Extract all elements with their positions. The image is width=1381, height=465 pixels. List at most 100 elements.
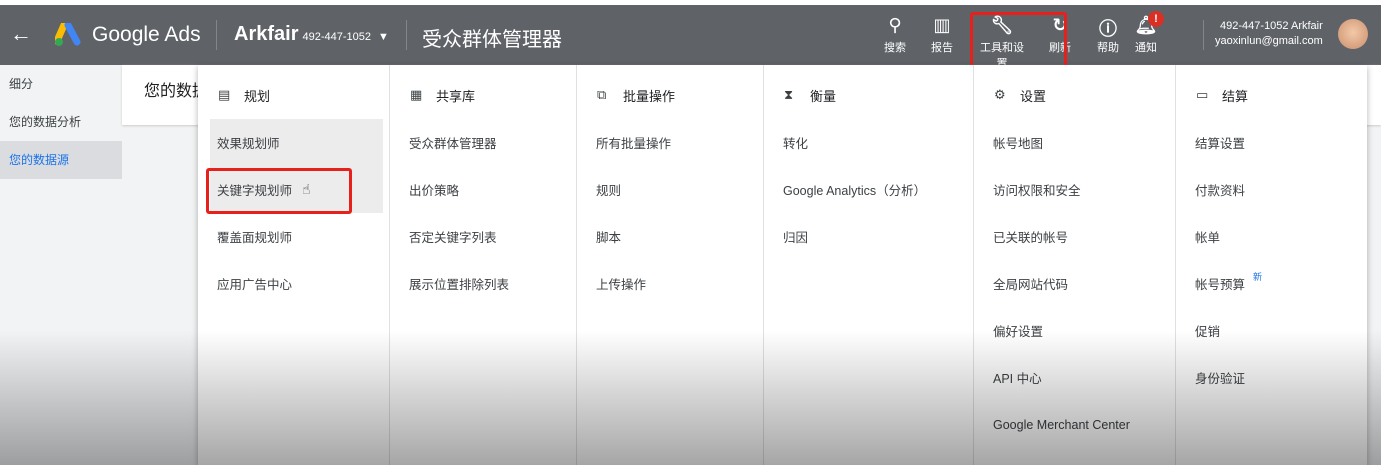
divider	[1203, 20, 1204, 50]
menu-item[interactable]: 上传操作	[577, 260, 763, 307]
menu-column-header: ▤ 规划	[198, 77, 389, 113]
menu-item-label: 访问权限和安全	[993, 184, 1081, 198]
menu-item[interactable]: 访问权限和安全	[974, 166, 1175, 213]
menu-item-label: 身份验证	[1195, 372, 1246, 386]
menu-item[interactable]: 促销	[1176, 307, 1367, 354]
menu-column-header: ▭ 结算	[1176, 77, 1367, 113]
menu-item[interactable]: 全局网站代码	[974, 260, 1175, 307]
menu-item[interactable]: 覆盖面规划师	[198, 213, 389, 260]
user-info[interactable]: 492-447-1052 Arkfair yaoxinlun@gmail.com	[1215, 19, 1323, 49]
menu-item-label: 归因	[783, 231, 809, 245]
sidebar-item-data-sources[interactable]: 您的数据源	[0, 141, 122, 179]
menu-item[interactable]: 帐号地图	[974, 119, 1175, 166]
menu-item-label: 转化	[783, 137, 809, 151]
menu-item-label: 帐单	[1195, 231, 1221, 245]
menu-item[interactable]: Google Analytics（分析）	[764, 166, 973, 213]
menu-column: ▤ 规划 效果规划师 关键字规划师 ☝︎ 覆盖面规划师 应用广告中心	[198, 65, 390, 465]
menu-column-header: ⚙ 设置	[974, 77, 1175, 113]
menu-item[interactable]: 付款资料	[1176, 166, 1367, 213]
menu-item[interactable]: 规则	[577, 166, 763, 213]
menu-item-label: 上传操作	[596, 278, 647, 292]
new-badge: 新	[1253, 272, 1263, 282]
menu-item-label: API 中心	[993, 372, 1042, 386]
column-title: 衡量	[810, 88, 837, 104]
menu-item[interactable]: API 中心	[974, 354, 1175, 401]
card-icon: ▭	[1196, 87, 1209, 102]
menu-item[interactable]: 已关联的帐号	[974, 213, 1175, 260]
menu-item-label: 偏好设置	[993, 325, 1044, 339]
menu-column: ⧗ 衡量转化 Google Analytics（分析） 归因	[764, 65, 974, 465]
menu-column: ▦ 共享库受众群体管理器 出价策略否定关键字列表 展示位置排除列表	[390, 65, 577, 465]
user-email: yaoxinlun@gmail.com	[1215, 35, 1323, 47]
account-switcher[interactable]: Arkfair 492-447-1052 ▼	[234, 23, 389, 46]
menu-column-header: ⧉ 批量操作	[577, 77, 763, 113]
menu-item-label: 脚本	[596, 231, 622, 245]
menu-item[interactable]: 归因	[764, 213, 973, 260]
menu-column: ⚙ 设置帐号地图访问权限和安全 已关联的帐号 全局网站代码 偏好设置 API 中心 Goog…	[974, 65, 1176, 465]
label: 搜索	[884, 42, 906, 54]
label: 帮助	[1097, 42, 1119, 54]
menu-column: ⧉ 批量操作所有批量操作 规则脚本上传操作	[577, 65, 764, 465]
menu-item-label: 促销	[1195, 325, 1221, 339]
menu-item-label: 全局网站代码	[993, 278, 1069, 292]
dropdown-icon: ▼	[375, 31, 389, 43]
hourglass-icon: ⧗	[784, 87, 794, 102]
calendar-icon: ▤	[218, 87, 231, 102]
menu-item-label: 效果规划师	[217, 137, 280, 151]
menu-item-label: 应用广告中心	[217, 278, 293, 292]
library-icon: ▦	[410, 87, 423, 102]
menu-column: ▭ 结算结算设置付款资料帐单帐号预算新促销身份验证	[1176, 65, 1367, 465]
menu-item-label: 规则	[596, 184, 622, 198]
divider	[406, 20, 407, 50]
app-header: ← Google Ads Arkfair 492-447-1052 ▼ 受众群体管…	[0, 5, 1381, 70]
account-name: Arkfair	[234, 23, 299, 45]
back-arrow-icon[interactable]: ←	[10, 21, 32, 47]
search-icon: ⚲	[888, 15, 902, 35]
reports-button[interactable]: ▥ 报告	[922, 15, 962, 55]
account-id: 492-447-1052	[302, 31, 371, 43]
menu-item-label: Google Analytics（分析）	[783, 184, 927, 198]
label: 报告	[931, 42, 953, 54]
menu-item[interactable]: 效果规划师	[210, 119, 383, 166]
menu-item-label: 帐号预算	[1195, 278, 1246, 292]
column-title: 共享库	[436, 88, 476, 104]
menu-item[interactable]: 出价策略	[390, 166, 576, 213]
menu-item[interactable]: 脚本	[577, 213, 763, 260]
menu-item[interactable]: 身份验证	[1176, 354, 1367, 401]
menu-item[interactable]: Google Merchant Center	[974, 401, 1175, 448]
copy-icon: ⧉	[597, 87, 607, 102]
column-title: 规划	[244, 88, 271, 104]
menu-item-label: 受众群体管理器	[409, 137, 497, 151]
menu-item[interactable]: 帐号预算新	[1176, 260, 1367, 307]
report-icon: ▥	[933, 15, 951, 35]
menu-item[interactable]: 受众群体管理器	[390, 119, 576, 166]
menu-item[interactable]: 转化	[764, 119, 973, 166]
tools-menu: ▤ 规划 效果规划师 关键字规划师 ☝︎ 覆盖面规划师 应用广告中心 ▦ 共享库 受众群体管理器出…	[198, 65, 1367, 465]
column-title: 批量操作	[623, 88, 676, 104]
brand-name: Google Ads	[92, 23, 201, 46]
menu-item-label: 否定关键字列表	[409, 231, 497, 245]
menu-item-label: 出价策略	[409, 184, 460, 198]
settings-icon: ⚙	[994, 87, 1006, 102]
menu-item[interactable]: 展示位置排除列表	[390, 260, 576, 307]
menu-item[interactable]: 应用广告中心	[198, 260, 389, 307]
divider	[216, 20, 217, 50]
page-title: 受众群体管理器	[422, 29, 562, 51]
menu-item-label: 付款资料	[1195, 184, 1246, 198]
menu-item-label: 展示位置排除列表	[409, 278, 510, 292]
menu-column-header: ▦ 共享库	[390, 77, 576, 113]
menu-item[interactable]: 否定关键字列表	[390, 213, 576, 260]
avatar[interactable]	[1338, 19, 1368, 49]
menu-item[interactable]: 帐单	[1176, 213, 1367, 260]
menu-item-label: 已关联的帐号	[993, 231, 1069, 245]
sidebar-item-insights[interactable]: 您的数据分析	[0, 103, 122, 141]
column-title: 结算	[1222, 88, 1249, 104]
menu-item[interactable]: 所有批量操作	[577, 119, 763, 166]
menu-item[interactable]: 结算设置	[1176, 119, 1367, 166]
sidebar-item-segments[interactable]: 细分	[0, 65, 122, 103]
search-button[interactable]: ⚲ 搜索	[875, 15, 915, 55]
menu-item-label: 所有批量操作	[596, 137, 672, 151]
menu-item[interactable]: 偏好设置	[974, 307, 1175, 354]
help-button[interactable]: ⓘ 帮助	[1088, 15, 1128, 55]
menu-item-label: 帐号地图	[993, 137, 1044, 151]
